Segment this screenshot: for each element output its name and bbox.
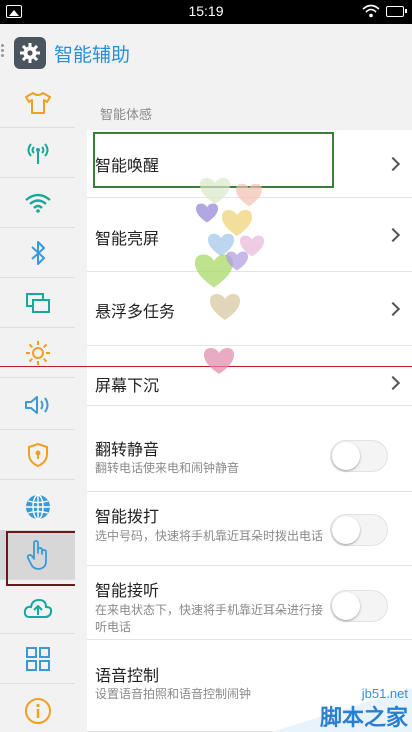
sidebar-item-sound[interactable]	[0, 380, 75, 430]
bluetooth-icon	[30, 240, 45, 265]
heart-icon	[204, 348, 234, 374]
sidebar-item-bluetooth[interactable]	[0, 228, 75, 278]
settings-gear-icon	[14, 37, 46, 69]
signal-tower-icon	[27, 142, 48, 164]
sidebar-item-brightness[interactable]	[0, 328, 75, 378]
row-label: 语音控制	[95, 666, 160, 685]
smart-dial-toggle[interactable]	[330, 514, 388, 546]
sidebar-item-smart-assist[interactable]	[0, 530, 82, 586]
brightness-icon	[25, 340, 50, 365]
tshirt-icon	[24, 91, 51, 114]
sidebar-item-personalize[interactable]	[0, 78, 75, 128]
screens-icon	[25, 292, 50, 313]
flip-mute-toggle[interactable]	[330, 440, 388, 472]
info-icon	[24, 697, 51, 724]
row-label: 智能拨打	[95, 507, 160, 526]
row-smart-dial[interactable]: 智能拨打 选中号码，快速将手机靠近耳朵时拨出电话	[87, 492, 412, 566]
sidebar-item-display[interactable]	[0, 278, 75, 328]
row-label: 翻转静音	[95, 440, 160, 459]
row-smart-answer[interactable]: 智能接听 在来电状态下，快速将手机靠近耳朵进行接听电话	[87, 566, 412, 640]
site-watermark: jb51.net 脚本之家	[272, 686, 412, 732]
row-label: 智能接听	[95, 581, 160, 600]
chevron-right-icon	[385, 301, 401, 317]
category-sidebar	[0, 78, 82, 732]
row-label: 屏幕下沉	[95, 376, 160, 395]
watermark-domain: jb51.net	[361, 686, 408, 701]
sidebar-item-security[interactable]	[0, 430, 75, 480]
chevron-right-icon	[385, 227, 401, 243]
heart-icon	[226, 251, 248, 271]
heart-icon	[196, 203, 218, 223]
battery-icon	[386, 6, 407, 17]
volume-icon	[24, 395, 48, 414]
watermark-title: 脚本之家	[319, 706, 408, 731]
sidebar-item-cloud[interactable]	[0, 584, 75, 634]
wifi-status-icon	[362, 4, 380, 18]
cloud-upload-icon	[23, 598, 52, 618]
chevron-right-icon	[385, 375, 401, 391]
heart-icon	[236, 183, 262, 207]
row-flip-mute[interactable]: 翻转静音 翻转电话使来电和闹钟静音	[87, 406, 412, 492]
row-label: 智能亮屏	[95, 229, 160, 248]
row-description: 翻转电话使来电和闹钟静音	[95, 461, 240, 475]
status-bar: 15:19	[0, 0, 412, 24]
sidebar-item-apps[interactable]	[0, 634, 75, 684]
security-shield-icon	[27, 442, 48, 467]
heart-icon	[210, 294, 240, 320]
sidebar-item-about[interactable]	[0, 686, 75, 732]
status-time: 15:19	[188, 3, 224, 19]
section-header: 智能体感	[100, 108, 153, 123]
chevron-right-icon	[385, 156, 401, 172]
hand-gesture-icon	[26, 539, 47, 570]
back-handle-icon[interactable]	[1, 44, 5, 58]
sidebar-item-mobile-network[interactable]	[0, 128, 75, 178]
wifi-icon	[24, 193, 51, 213]
sidebar-item-global[interactable]	[0, 482, 75, 532]
toggle-knob	[332, 516, 360, 544]
row-description: 选中号码，快速将手机靠近耳朵时拨出电话	[95, 529, 324, 543]
floating-hearts-decoration	[188, 168, 278, 378]
page-title: 智能辅助	[54, 44, 131, 66]
smart-answer-toggle[interactable]	[330, 590, 388, 622]
sidebar-item-wlan[interactable]	[0, 178, 75, 228]
globe-icon	[25, 493, 50, 520]
row-label: 悬浮多任务	[95, 302, 176, 321]
row-description: 在来电状态下，快速将手机靠近耳朵进行接听电话	[95, 603, 324, 634]
apps-grid-icon	[25, 646, 50, 671]
page-header: 智能辅助	[0, 24, 412, 78]
toggle-knob	[332, 442, 360, 470]
toggle-knob	[332, 592, 360, 620]
